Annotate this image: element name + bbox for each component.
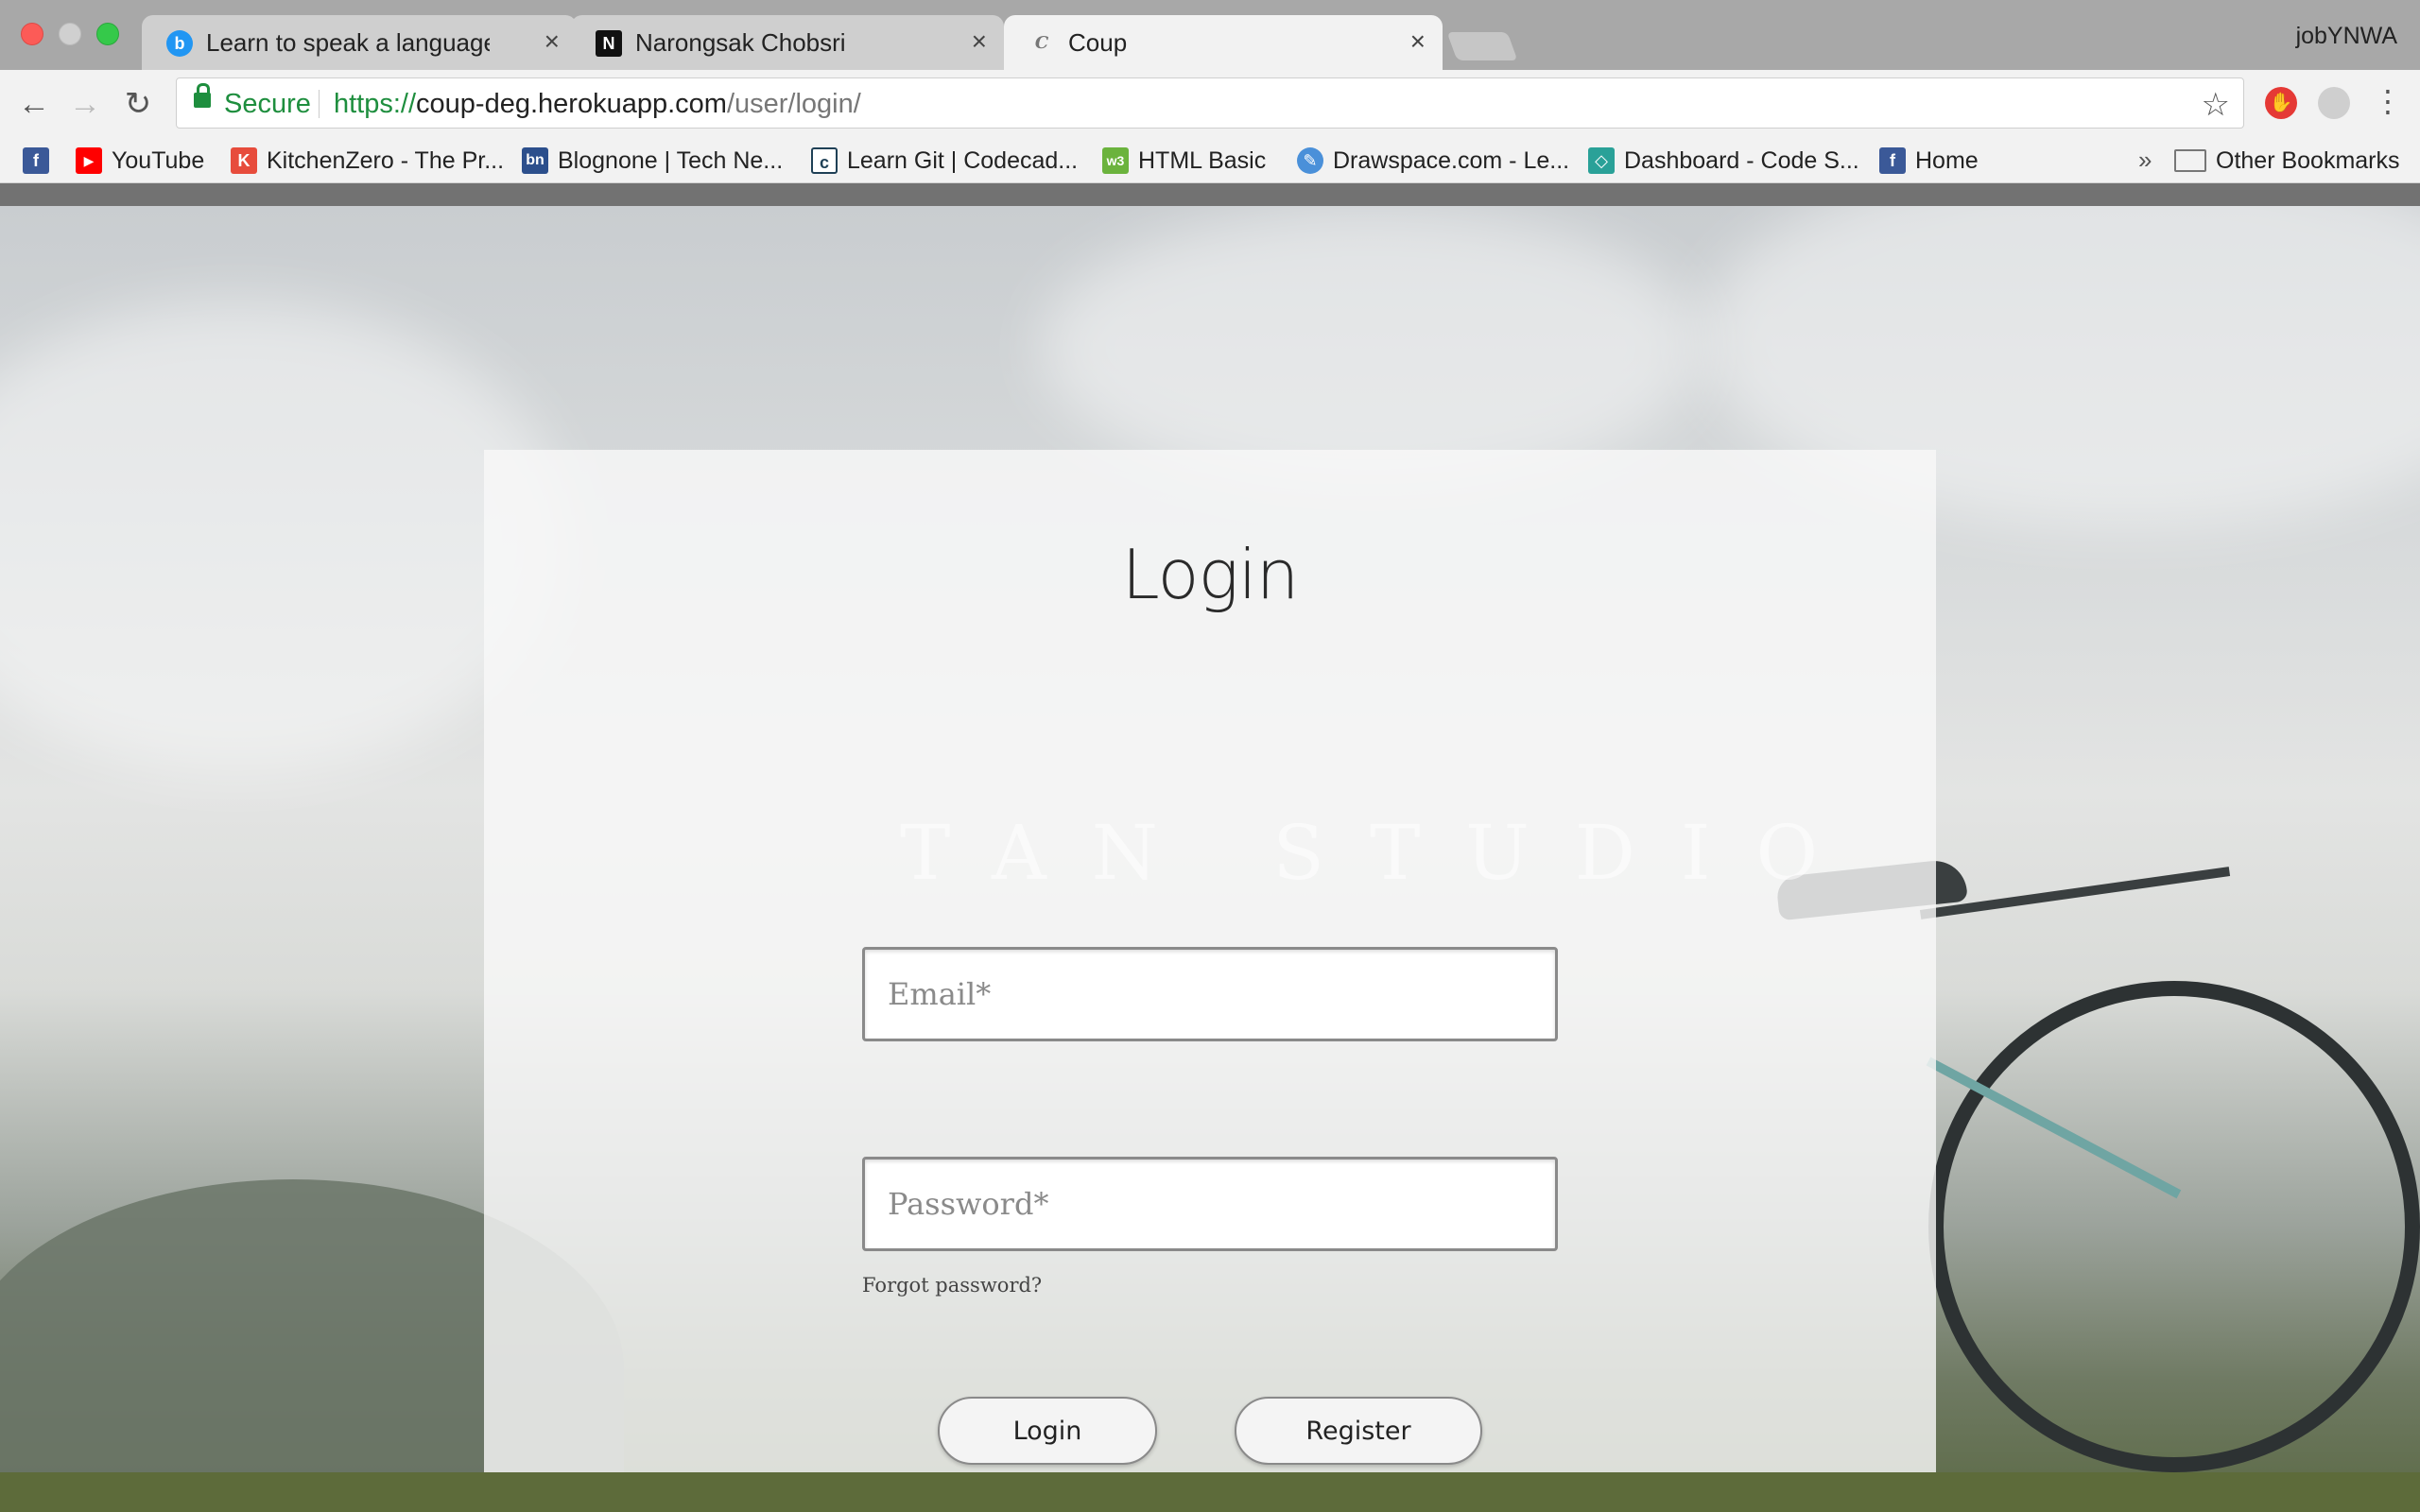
bookmark-code-school[interactable]: ◇ Dashboard - Code S... <box>1588 144 1859 178</box>
address-separator <box>319 90 320 118</box>
babbel-icon: b <box>166 30 193 57</box>
bookmark-label: Learn Git | Codecad... <box>847 146 1079 174</box>
url-text[interactable]: https://coup-deg.herokuapp.com/user/logi… <box>334 89 861 120</box>
bookmark-label: YouTube <box>112 146 205 174</box>
coup-icon: C <box>1034 33 1049 53</box>
lock-icon <box>194 83 211 108</box>
email-input[interactable] <box>865 950 1555 1039</box>
close-tab-icon[interactable]: × <box>1410 26 1426 57</box>
back-arrow-icon[interactable]: ← <box>15 85 53 123</box>
tab-narongsak[interactable]: N Narongsak Chobsri × <box>571 15 1004 70</box>
bookmark-facebook[interactable]: f <box>23 144 59 178</box>
bookmark-kitchenzero[interactable]: K KitchenZero - The Pr... <box>231 144 504 178</box>
security-label: Secure <box>224 89 311 119</box>
w3schools-icon: w3 <box>1102 147 1129 174</box>
bookmark-label: Blognone | Tech Ne... <box>558 146 784 174</box>
facebook-icon: f <box>23 147 49 174</box>
kebab-menu-icon[interactable]: ⋮ <box>2373 83 2403 119</box>
background-cloud <box>0 301 567 773</box>
bookmarks-bar: f ▶ YouTube K KitchenZero - The Pr... bn… <box>0 138 2420 183</box>
bookmark-codecademy[interactable]: c Learn Git | Codecad... <box>811 144 1078 178</box>
login-page-background: Login TAN STUDIO Forgot password? Login … <box>0 206 2420 1512</box>
bookmark-star-icon[interactable]: ☆ <box>2202 86 2230 124</box>
shield-extension-icon[interactable] <box>2318 87 2350 119</box>
page-title: Login <box>1121 535 1300 614</box>
login-card: Login TAN STUDIO Forgot password? Login … <box>484 450 1936 1472</box>
new-tab-button[interactable] <box>1446 32 1518 60</box>
email-field[interactable] <box>862 947 1558 1041</box>
tab-strip: b Learn to speak a language in 10 × N Na… <box>0 0 2420 72</box>
tab-title: Coup <box>1068 28 1128 57</box>
bookmark-label: Home <box>1915 146 1979 174</box>
bookmarks-overflow-icon[interactable]: » <box>2138 146 2152 175</box>
tab-learn-language[interactable]: b Learn to speak a language in 10 × <box>142 15 577 70</box>
notion-icon: N <box>596 30 622 57</box>
facebook-icon: f <box>1879 147 1906 174</box>
close-window-button[interactable] <box>21 23 43 45</box>
bookmark-home[interactable]: f Home <box>1879 144 1979 178</box>
other-bookmarks-label: Other Bookmarks <box>2216 146 2400 174</box>
bicycle-wheel <box>1928 981 2420 1472</box>
password-field[interactable] <box>862 1157 1558 1251</box>
tab-coup[interactable]: C Coup × <box>1004 15 1443 72</box>
folder-icon <box>2174 149 2206 172</box>
maximize-window-button[interactable] <box>96 23 119 45</box>
watermark-text: TAN STUDIO <box>900 809 1864 897</box>
url-scheme: https:// <box>334 89 417 119</box>
profile-name[interactable]: jobYNWA <box>2296 23 2397 50</box>
background-grass <box>0 1472 2420 1512</box>
bookmark-youtube[interactable]: ▶ YouTube <box>76 144 204 178</box>
browser-toolbar: ← → ↻ Secure https://coup-deg.herokuapp.… <box>0 70 2420 138</box>
other-bookmarks-folder[interactable]: Other Bookmarks <box>2174 144 2400 178</box>
url-host: coup-deg.herokuapp.com <box>416 89 727 119</box>
content-top-border <box>0 183 2420 206</box>
bookmark-drawspace[interactable]: ✎ Drawspace.com - Le... <box>1297 144 1569 178</box>
forgot-password-link[interactable]: Forgot password? <box>862 1274 1042 1297</box>
close-tab-icon[interactable]: × <box>972 26 987 57</box>
minimize-window-button[interactable] <box>59 23 81 45</box>
bookmark-label: Dashboard - Code S... <box>1624 146 1859 174</box>
kitchenzero-icon: K <box>231 147 257 174</box>
bookmark-html-basic[interactable]: w3 HTML Basic <box>1102 144 1266 178</box>
codecademy-icon: c <box>811 147 838 174</box>
codeschool-icon: ◇ <box>1588 147 1615 174</box>
blognone-icon: bn <box>522 147 548 174</box>
bookmark-label: HTML Basic <box>1138 146 1267 174</box>
bookmark-blognone[interactable]: bn Blognone | Tech Ne... <box>522 144 783 178</box>
tab-title: Narongsak Chobsri <box>635 28 846 57</box>
address-bar[interactable]: Secure https://coup-deg.herokuapp.com/us… <box>176 77 2244 129</box>
reload-icon[interactable]: ↻ <box>119 85 157 123</box>
password-input[interactable] <box>865 1160 1555 1248</box>
background-cloud <box>1040 206 1702 490</box>
close-tab-icon[interactable]: × <box>544 26 560 57</box>
url-path: /user/login/ <box>726 89 861 119</box>
drawspace-icon: ✎ <box>1297 147 1323 174</box>
tab-title: Learn to speak a language in 10 <box>206 28 490 57</box>
register-button[interactable]: Register <box>1235 1397 1482 1465</box>
adblock-extension-icon[interactable]: ✋ <box>2265 87 2297 119</box>
bookmark-label: Drawspace.com - Le... <box>1333 146 1570 174</box>
bookmark-label: KitchenZero - The Pr... <box>267 146 505 174</box>
youtube-icon: ▶ <box>76 147 102 174</box>
login-button[interactable]: Login <box>938 1397 1157 1465</box>
forward-arrow-icon[interactable]: → <box>66 85 104 123</box>
